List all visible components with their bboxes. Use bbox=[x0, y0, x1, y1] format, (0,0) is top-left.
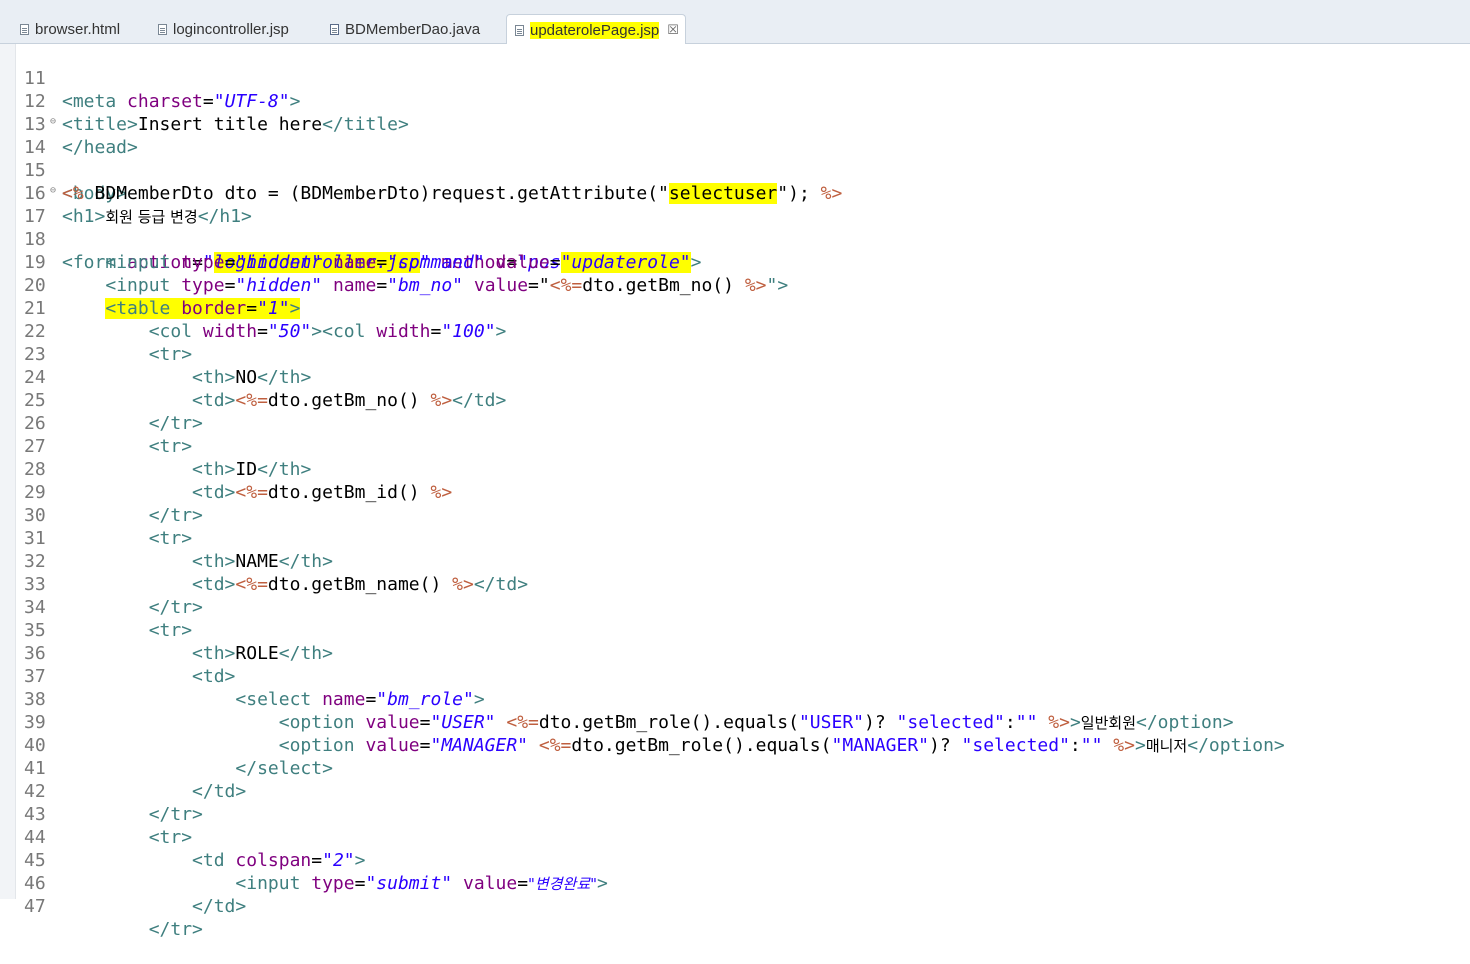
html-file-icon bbox=[20, 23, 29, 35]
code-line: 41 </td> bbox=[24, 758, 247, 802]
code-line: 12 <title>Insert title here</title> bbox=[24, 91, 409, 135]
code-line: 42 </tr> bbox=[24, 781, 203, 825]
code-line: 21 <col width="50"><col width="100"> bbox=[24, 298, 507, 342]
jsp-file-icon bbox=[158, 23, 167, 35]
code-line: 33 </tr> bbox=[24, 574, 203, 618]
code-line: 32 <td><%=dto.getBm_name() %></td> bbox=[24, 551, 529, 595]
tab-label: browser.html bbox=[35, 20, 121, 38]
code-line: 23 <th>NO</th> bbox=[24, 344, 312, 388]
code-line: 47 </tr> bbox=[24, 896, 203, 940]
tab-browser-html[interactable]: browser.html bbox=[12, 14, 120, 44]
code-line: 46 </td> bbox=[24, 873, 247, 917]
tab-label: updaterolePage.jsp bbox=[530, 21, 660, 39]
tab-updaterolepage-jsp[interactable]: updaterolePage.jsp ☒ bbox=[506, 14, 686, 45]
code-line: 28 <td><%=dto.getBm_id() %> bbox=[24, 459, 453, 503]
code-line: 29 </tr> bbox=[24, 482, 203, 526]
tab-label: logincontroller.jsp bbox=[173, 20, 289, 38]
code-line: 22 <tr> bbox=[24, 321, 193, 365]
code-line: 20 <table border="1"> bbox=[24, 275, 301, 319]
tab-logincontroller-jsp[interactable]: logincontroller.jsp bbox=[150, 14, 289, 44]
code-line: 13 </head> bbox=[24, 114, 138, 158]
editor-tab-bar: browser.html logincontroller.jsp BDMembe… bbox=[0, 0, 1470, 45]
code-line: 45 <input type="submit" value="변경완료"> bbox=[24, 850, 608, 894]
code-line: 38 <option value="USER" <%=dto.getBm_rol… bbox=[24, 689, 1234, 733]
code-line: 25 </tr> bbox=[24, 390, 203, 434]
code-line: 26 <tr> bbox=[24, 413, 193, 457]
code-line: 11 <meta charset="UTF-8"> bbox=[24, 68, 301, 112]
line-number: 47 bbox=[24, 896, 46, 917]
code-line: 18 <input type="hidden" name="command" v… bbox=[24, 229, 702, 273]
fold-icon[interactable]: ⊖ bbox=[50, 179, 56, 202]
code-line: 39 <option value="MANAGER" <%=dto.getBm_… bbox=[24, 712, 1285, 756]
code-line: 17 ⊖ <form action="logincontroller.jsp" … bbox=[0, 179, 1470, 273]
code-line: 37 <select name="bm_role"> bbox=[24, 666, 485, 710]
code-line: 36 <td> bbox=[24, 643, 236, 687]
code-line: 24 <td><%=dto.getBm_no() %></td> bbox=[24, 367, 507, 411]
code-line: 19 <input type="hidden" name="bm_no" val… bbox=[24, 252, 789, 296]
java-file-icon bbox=[330, 23, 339, 35]
code-line: 44 <td colspan="2"> bbox=[24, 827, 366, 871]
code-line: 30 <tr> bbox=[24, 505, 193, 549]
code-line: 34 <tr> bbox=[24, 597, 193, 641]
fold-icon[interactable]: ⊖ bbox=[50, 110, 56, 133]
close-icon[interactable]: ☒ bbox=[667, 22, 679, 38]
code-line: 27 <th>ID</th> bbox=[24, 436, 312, 480]
code-line: 16 <h1>회원 등급 변경</h1> bbox=[24, 183, 252, 227]
code-line: 15 <% BDMemberDto dto = (BDMemberDto)req… bbox=[24, 160, 843, 204]
code-line: 40 </select> bbox=[24, 735, 333, 779]
jsp-file-icon bbox=[515, 24, 524, 36]
code-editor[interactable]: 11 <meta charset="UTF-8"> 12 <title>Inse… bbox=[0, 44, 1470, 940]
tab-bdmemberdao-java[interactable]: BDMemberDao.java bbox=[322, 14, 480, 44]
code-line: 35 <th>ROLE</th> bbox=[24, 620, 333, 664]
code-line: 31 <th>NAME</th> bbox=[24, 528, 333, 572]
tab-label: BDMemberDao.java bbox=[345, 20, 481, 38]
code-line: 43 <tr> bbox=[24, 804, 193, 848]
code-line: 14 ⊖ <body> bbox=[0, 110, 1470, 204]
